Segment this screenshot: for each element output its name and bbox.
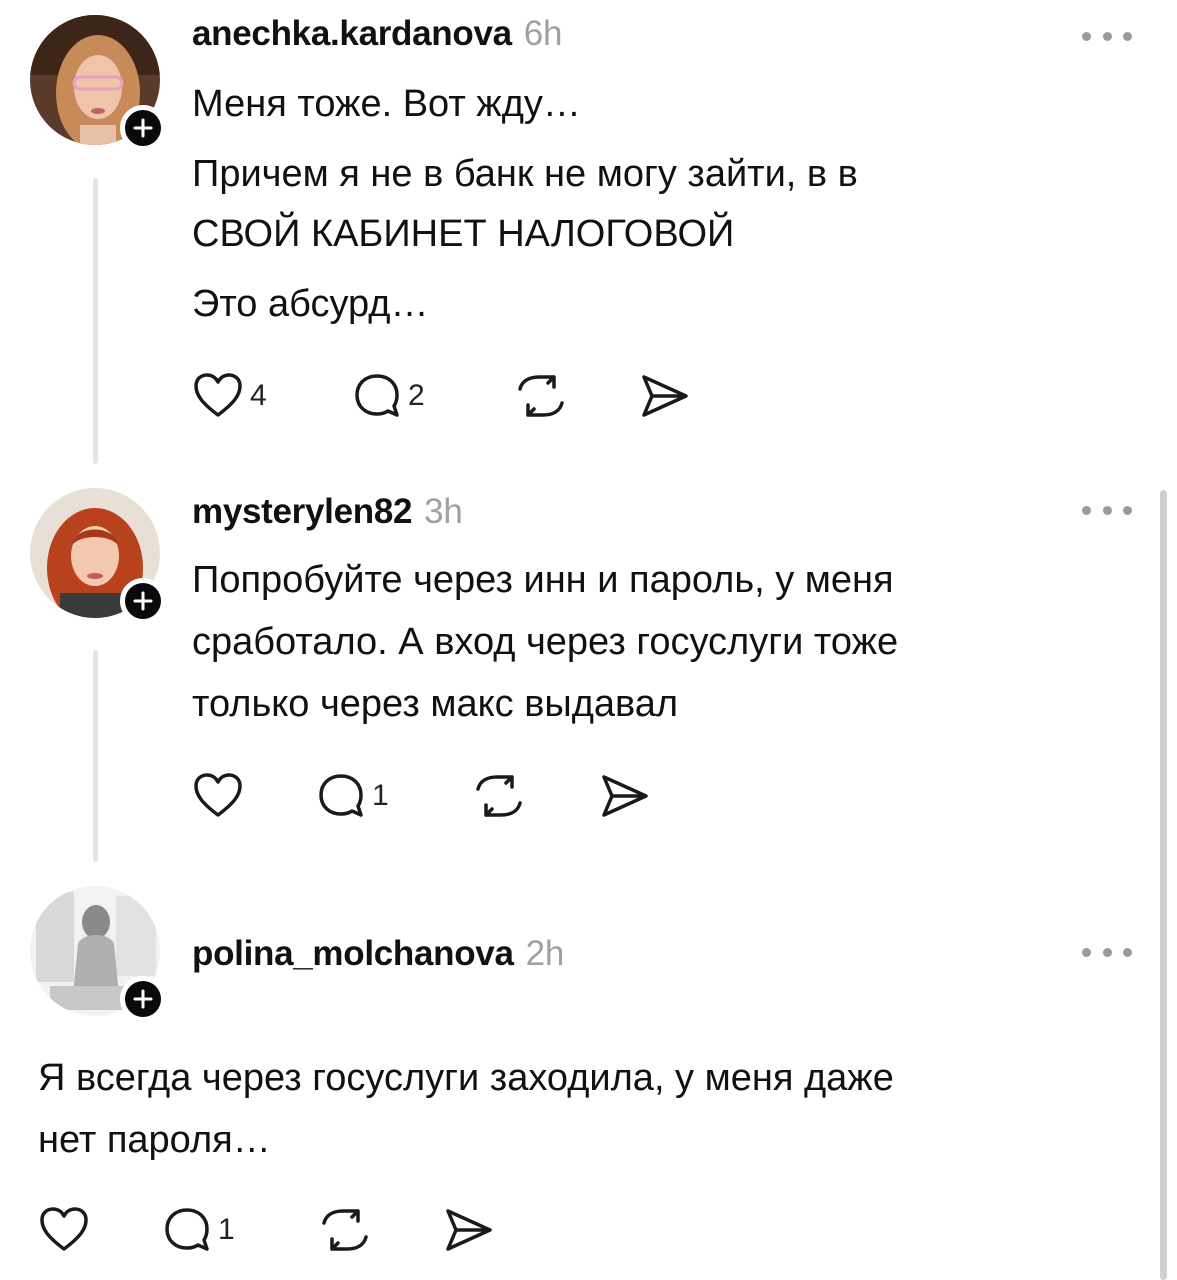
reply-button[interactable]: 1 xyxy=(316,766,389,826)
comment-2: mysterylen82 3h Попробуйте через инн и па… xyxy=(0,470,1177,870)
comment-text-line: нет пароля… xyxy=(38,1119,271,1161)
share-button[interactable] xyxy=(598,766,652,826)
follow-button[interactable] xyxy=(120,578,166,624)
like-button[interactable]: 4 xyxy=(192,366,267,426)
reply-count: 1 xyxy=(218,1213,235,1246)
timestamp: 2h xyxy=(525,934,565,973)
timestamp: 6h xyxy=(523,14,563,53)
username[interactable]: polina_molchanova 2h xyxy=(192,934,564,974)
timestamp: 3h xyxy=(424,492,463,531)
comment-icon xyxy=(319,774,363,817)
comment-text-line: Причем я не в банк не могу зайти, в в xyxy=(192,153,858,195)
plus-icon xyxy=(133,118,153,138)
thread-line xyxy=(93,650,98,862)
comment-text-line: СВОЙ КАБИНЕТ НАЛОГОВОЙ xyxy=(192,213,735,255)
reply-button[interactable]: 2 xyxy=(352,366,425,426)
action-bar: 1 xyxy=(192,766,672,826)
comment-text-line: Меня тоже. Вот жду… xyxy=(192,83,581,125)
like-button[interactable] xyxy=(38,1200,96,1260)
comment-1: anechka.kardanova 6h Меня тоже. Вот жду… … xyxy=(0,0,1177,470)
comment-text-line: Это абсурд… xyxy=(192,283,429,325)
username[interactable]: mysterylen82 3h xyxy=(192,492,463,532)
repost-icon xyxy=(518,375,564,417)
comment-text-line: сработало. А вход через госуслуги тоже xyxy=(192,621,899,663)
heart-icon xyxy=(194,773,242,817)
reply-count: 1 xyxy=(372,779,389,812)
follow-button[interactable] xyxy=(120,105,166,151)
heart-icon xyxy=(194,373,242,417)
action-bar: 1 xyxy=(38,1200,518,1260)
reply-count: 2 xyxy=(408,379,425,412)
thread-line xyxy=(93,178,98,464)
more-dots-icon[interactable] xyxy=(1082,942,1132,962)
follow-button[interactable] xyxy=(120,976,166,1022)
plus-icon xyxy=(133,989,153,1009)
like-button[interactable] xyxy=(192,766,250,826)
comment-text-line: Попробуйте через инн и пароль, у меня xyxy=(192,559,894,601)
more-dots-icon[interactable] xyxy=(1082,500,1132,520)
heart-icon xyxy=(40,1207,88,1251)
share-button[interactable] xyxy=(638,366,692,426)
repost-icon xyxy=(322,1209,368,1251)
send-icon xyxy=(642,375,688,417)
more-dots-icon[interactable] xyxy=(1082,26,1132,46)
reply-button[interactable]: 1 xyxy=(162,1200,235,1260)
send-icon xyxy=(602,775,648,817)
share-button[interactable] xyxy=(442,1200,496,1260)
comment-3: polina_molchanova 2h Я всегда через госус… xyxy=(0,870,1177,1280)
comment-icon xyxy=(165,1208,209,1251)
repost-button[interactable] xyxy=(318,1200,372,1260)
plus-icon xyxy=(133,591,153,611)
repost-button[interactable] xyxy=(514,366,568,426)
repost-button[interactable] xyxy=(472,766,526,826)
username[interactable]: anechka.kardanova 6h xyxy=(192,14,562,54)
send-icon xyxy=(446,1209,492,1251)
comment-text-line: только через макс выдавал xyxy=(192,683,679,725)
action-bar: 4 2 xyxy=(192,366,712,426)
comment-icon xyxy=(355,374,399,417)
comment-text-line: Я всегда через госуслуги заходила, у мен… xyxy=(38,1057,894,1099)
scrollbar[interactable] xyxy=(1160,490,1167,1280)
like-count: 4 xyxy=(250,379,267,412)
repost-icon xyxy=(476,775,522,817)
